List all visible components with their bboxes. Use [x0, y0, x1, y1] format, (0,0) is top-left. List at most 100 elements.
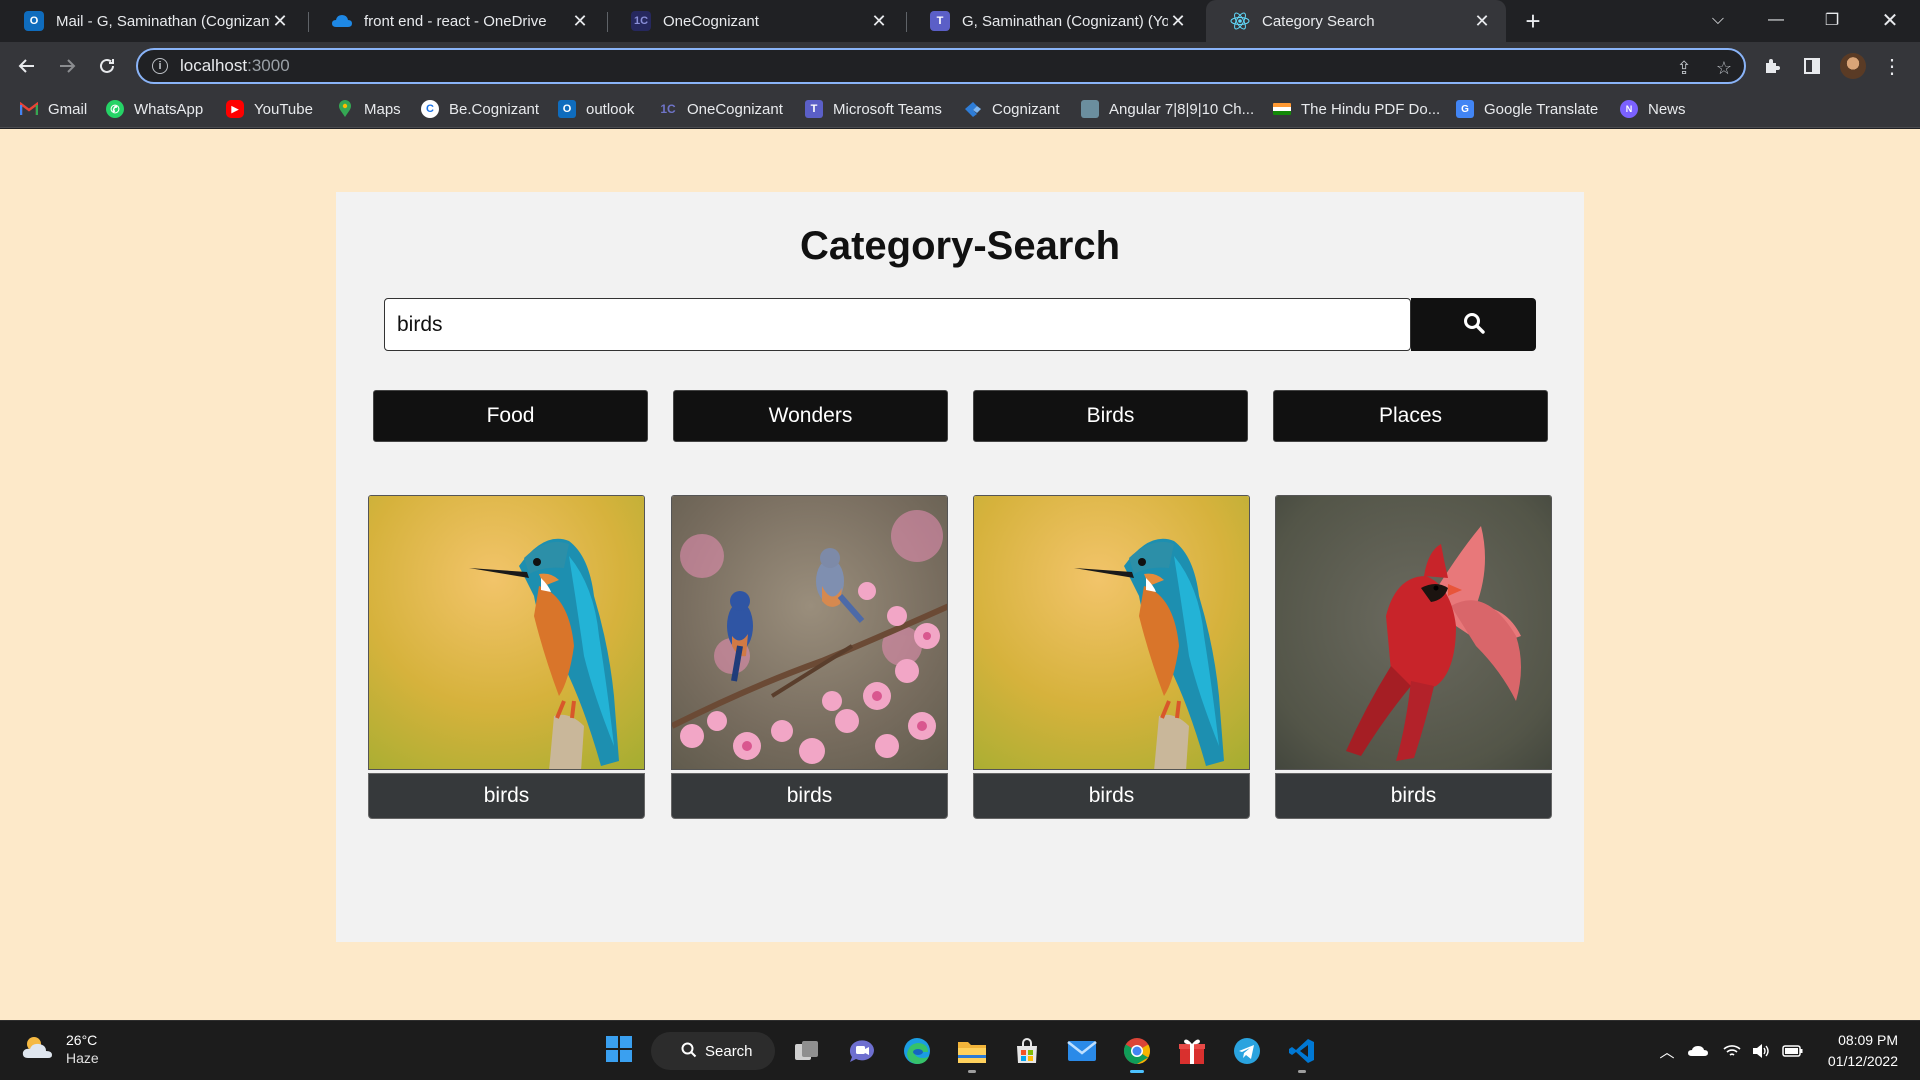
window-close-button[interactable]: ✕ [1862, 0, 1918, 40]
show-hidden-icons-chevron-icon[interactable]: ︿ [1655, 1039, 1679, 1063]
file-explorer-icon[interactable] [954, 1033, 990, 1073]
profile-avatar[interactable] [1840, 53, 1866, 79]
category-button-wonders[interactable]: Wonders [673, 390, 948, 442]
bookmark-whatsapp[interactable]: ✆ WhatsApp [106, 98, 203, 120]
forward-button[interactable] [51, 50, 83, 82]
site-info-icon[interactable]: i [152, 58, 168, 74]
result-card[interactable]: birds [973, 495, 1250, 821]
weather-temp: 26°C [66, 1032, 98, 1048]
bookmark-maps[interactable]: Maps [336, 98, 401, 120]
bookmark-label: Maps [364, 100, 401, 118]
search-button[interactable] [1411, 298, 1536, 351]
result-caption: birds [671, 773, 948, 819]
onecognizant-icon: 1C [660, 102, 676, 116]
bookmark-microsoft-teams[interactable]: T Microsoft Teams [805, 98, 942, 120]
result-card[interactable]: birds [671, 495, 948, 821]
clock-time: 08:09 PM [1838, 1032, 1898, 1048]
address-bar[interactable]: i localhost:3000 ⇪ ☆ [136, 48, 1746, 84]
bookmark-becognizant[interactable]: C Be.Cognizant [421, 98, 539, 120]
category-button-birds[interactable]: Birds [973, 390, 1248, 442]
category-button-food[interactable]: Food [373, 390, 648, 442]
volume-icon[interactable] [1749, 1039, 1773, 1063]
bookmark-gmail[interactable]: Gmail [20, 98, 87, 120]
new-tab-button[interactable]: + [1519, 6, 1547, 36]
menu-kebab-icon[interactable]: ⋮ [1876, 50, 1908, 82]
bookmark-cognizant[interactable]: Cognizant [964, 98, 1060, 120]
result-card[interactable]: birds [1275, 495, 1552, 821]
tab-search-chevron-icon[interactable]: ⌵ [1690, 0, 1746, 40]
minimize-button[interactable]: — [1748, 0, 1804, 40]
gift-app-icon[interactable] [1174, 1033, 1210, 1069]
bookmark-youtube[interactable]: ▶ YouTube [226, 98, 313, 120]
share-icon[interactable]: ⇪ [1674, 58, 1694, 78]
close-icon[interactable]: ✕ [570, 11, 590, 31]
bookmark-label: WhatsApp [134, 100, 204, 118]
start-button[interactable] [601, 1033, 637, 1069]
teams-icon: T [930, 11, 950, 31]
wifi-icon[interactable] [1720, 1039, 1744, 1063]
teams-chat-icon[interactable] [844, 1033, 880, 1069]
page-viewport: Category-Search Food Wonders Birds Place… [0, 129, 1920, 1020]
tab-onedrive[interactable]: front end - react - OneDrive ✕ [308, 0, 604, 42]
react-icon [1230, 11, 1250, 31]
onedrive-tray-icon[interactable] [1686, 1039, 1710, 1063]
back-button[interactable] [11, 50, 43, 82]
outlook-icon: O [24, 11, 44, 31]
bookmark-the-hindu[interactable]: The Hindu PDF Do... [1273, 98, 1440, 120]
restore-button[interactable]: ❐ [1804, 0, 1860, 40]
india-flag-icon [1273, 103, 1291, 115]
close-icon[interactable]: ✕ [1472, 11, 1492, 31]
tab-teams[interactable]: T G, Saminathan (Cognizant) (You) ✕ [906, 0, 1202, 42]
edge-icon[interactable] [899, 1033, 935, 1069]
reload-button[interactable] [91, 50, 123, 82]
tab-strip: O Mail - G, Saminathan (Cognizant) ✕ fro… [0, 0, 1920, 42]
bookmark-angular[interactable]: Angular 7|8|9|10 Ch... [1081, 98, 1254, 120]
close-icon[interactable]: ✕ [869, 11, 889, 31]
tab-onecognizant[interactable]: 1C OneCognizant ✕ [607, 0, 903, 42]
category-button-places[interactable]: Places [1273, 390, 1548, 442]
bookmark-label: Gmail [48, 100, 88, 118]
side-panel-icon[interactable] [1796, 50, 1828, 82]
bookmark-label: Google Translate [1484, 100, 1599, 118]
bookmark-label: Angular 7|8|9|10 Ch... [1109, 100, 1255, 118]
bookmark-news[interactable]: N News [1620, 98, 1686, 120]
mail-icon[interactable] [1064, 1033, 1100, 1069]
extensions-icon[interactable] [1756, 50, 1788, 82]
tab-title: G, Saminathan (Cognizant) (You) [962, 12, 1168, 30]
result-caption: birds [368, 773, 645, 819]
system-clock[interactable]: 08:09 PM 01/12/2022 [1828, 1030, 1898, 1072]
tab-title: Mail - G, Saminathan (Cognizant) [56, 12, 270, 30]
teams-icon: T [805, 100, 823, 118]
result-card[interactable]: birds [368, 495, 645, 821]
news-icon: N [1620, 100, 1638, 118]
search-icon [681, 1042, 697, 1062]
search-input[interactable] [384, 298, 1411, 351]
weather-widget[interactable]: 26°C Haze [22, 1031, 99, 1067]
outlook-icon: O [558, 100, 576, 118]
tab-category-search[interactable]: Category Search ✕ [1206, 0, 1506, 42]
bookmark-label: The Hindu PDF Do... [1301, 100, 1441, 118]
taskbar-search[interactable]: Search [651, 1032, 775, 1070]
battery-icon[interactable] [1781, 1039, 1805, 1063]
microsoft-store-icon[interactable] [1009, 1033, 1045, 1069]
bookmarks-bar: Gmail ✆ WhatsApp ▶ YouTube Maps C Be.Cogniz… [0, 90, 1920, 128]
bird-image-cardinal [1275, 495, 1552, 770]
translate-icon: G [1456, 100, 1474, 118]
bookmark-label: News [1648, 100, 1686, 118]
bookmark-label: outlook [586, 100, 635, 118]
close-icon[interactable]: ✕ [1168, 11, 1188, 31]
result-caption: birds [1275, 773, 1552, 819]
bookmark-label: Microsoft Teams [833, 100, 942, 118]
task-view-icon[interactable] [789, 1033, 825, 1069]
vscode-icon[interactable] [1284, 1033, 1320, 1073]
whatsapp-icon: ✆ [106, 100, 124, 118]
telegram-icon[interactable] [1229, 1033, 1265, 1069]
bookmark-outlook[interactable]: Ooutlook [558, 98, 634, 120]
close-icon[interactable]: ✕ [270, 11, 290, 31]
app-card: Category-Search Food Wonders Birds Place… [336, 192, 1584, 942]
bookmark-star-icon[interactable]: ☆ [1714, 58, 1734, 78]
bookmark-onecognizant[interactable]: 1C OneCognizant [659, 98, 783, 120]
chrome-icon[interactable] [1119, 1033, 1155, 1073]
tab-mail[interactable]: O Mail - G, Saminathan (Cognizant) ✕ [0, 0, 304, 42]
bookmark-google-translate[interactable]: G Google Translate [1456, 98, 1598, 120]
